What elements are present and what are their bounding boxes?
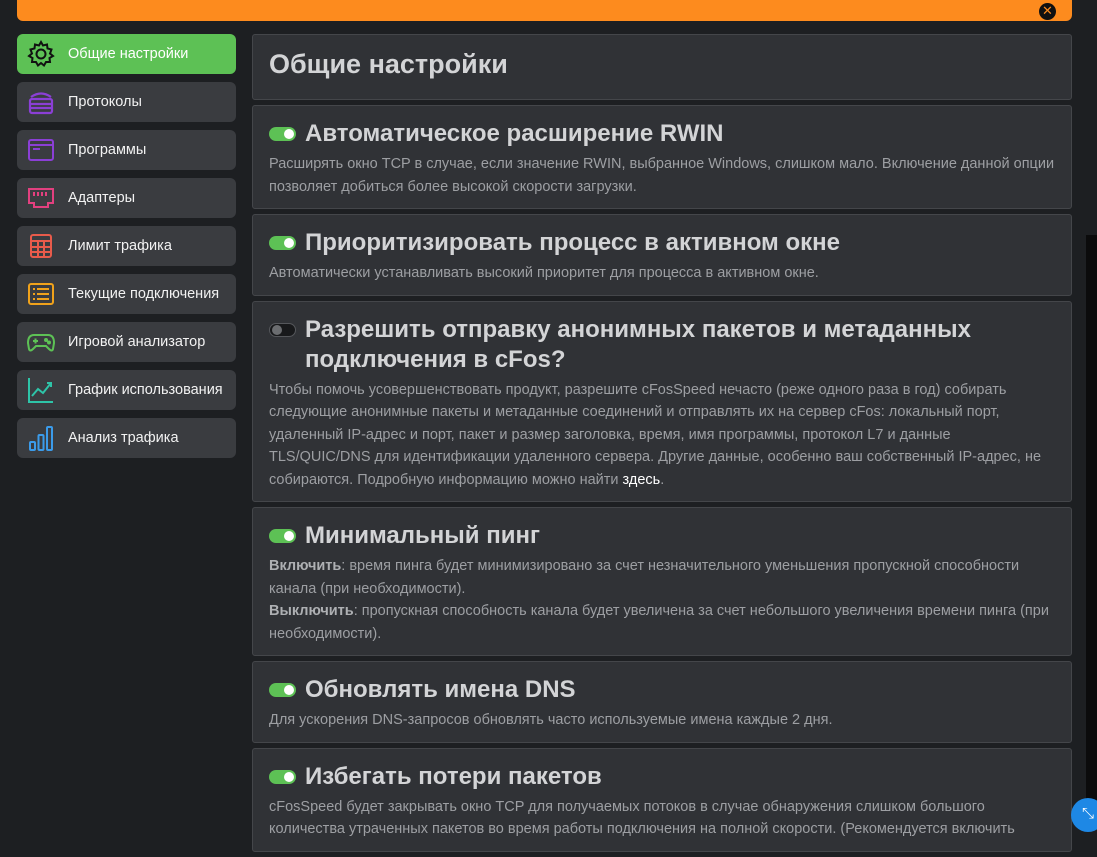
sidebar-item-traffic-limit[interactable]: Лимит трафика <box>17 226 236 266</box>
sidebar-item-general[interactable]: Общие настройки <box>17 34 236 74</box>
setting-anonymous-data: Разрешить отправку анонимных пакетов и м… <box>252 300 1072 502</box>
min-ping-toggle[interactable] <box>269 529 296 543</box>
setting-title: Избегать потери пакетов <box>305 762 602 790</box>
sidebar-item-usage-chart[interactable]: График использования <box>17 370 236 410</box>
setting-description: cFosSpeed будет закрывать окно TCP для п… <box>269 798 1015 838</box>
scrollbar[interactable] <box>1086 235 1097 826</box>
protocols-icon <box>25 86 57 118</box>
setting-description: Чтобы помочь усовершенствовать продукт, … <box>269 379 1055 492</box>
setting-dns: Обновлять имена DNS Для ускорения DNS-за… <box>252 661 1072 743</box>
sidebar-item-programs[interactable]: Программы <box>17 130 236 170</box>
sidebar-item-protocols[interactable]: Протоколы <box>17 82 236 122</box>
line-chart-icon <box>25 374 57 406</box>
sidebar-item-label: Программы <box>68 142 147 158</box>
rwin-toggle[interactable] <box>269 127 296 141</box>
anonymous-data-toggle[interactable] <box>269 322 296 337</box>
sidebar-item-traffic-analysis[interactable]: Анализ трафика <box>17 418 236 458</box>
sidebar-item-label: Анализ трафика <box>68 430 179 446</box>
priority-toggle[interactable] <box>269 236 296 250</box>
on-description: : время пинга будет минимизировано за сч… <box>269 558 1020 597</box>
setting-priority: Приоритизировать процесс в активном окне… <box>252 214 1072 296</box>
ethernet-port-icon <box>25 182 57 214</box>
page-header: Общие настройки <box>252 34 1072 100</box>
dns-toggle[interactable] <box>269 683 296 697</box>
sidebar-item-label: Протоколы <box>68 94 142 110</box>
setting-description: Автоматически устанавливать высокий прио… <box>269 265 819 281</box>
on-label: Включить <box>269 558 342 574</box>
setting-rwin: Автоматическое расширение RWIN Расширять… <box>252 105 1072 209</box>
settings-content: Общие настройки Автоматическое расширени… <box>252 34 1072 857</box>
setting-min-ping: Минимальный пинг Включить: время пинга б… <box>252 507 1072 656</box>
setting-title: Разрешить отправку анонимных пакетов и м… <box>305 315 971 373</box>
sidebar: Общие настройки Протоколы Программы Адап… <box>17 34 236 466</box>
description-end: . <box>660 471 665 488</box>
bar-chart-icon <box>25 422 57 454</box>
calculator-icon <box>25 230 57 262</box>
sidebar-item-game-analyzer[interactable]: Игровой анализатор <box>17 322 236 362</box>
sidebar-item-adapters[interactable]: Адаптеры <box>17 178 236 218</box>
close-icon[interactable]: ✕ <box>1039 3 1056 20</box>
setting-description: Расширять окно TCP в случае, если значен… <box>269 156 1055 195</box>
sidebar-item-label: График использования <box>68 382 223 398</box>
sidebar-item-label: Игровой анализатор <box>68 334 206 350</box>
setting-title: Минимальный пинг <box>305 522 540 549</box>
sidebar-item-label: Общие настройки <box>68 46 189 62</box>
setting-title: Обновлять имена DNS <box>305 676 576 703</box>
sidebar-item-label: Текущие подключения <box>68 286 220 302</box>
expand-icon[interactable]: ⤡ <box>1071 798 1097 832</box>
details-link[interactable]: здесь <box>623 472 661 488</box>
gamepad-icon <box>25 326 57 358</box>
packet-loss-toggle[interactable] <box>269 769 296 784</box>
setting-description: Для ускорения DNS-запросов обновлять час… <box>269 712 833 728</box>
setting-packet-loss: Избегать потери пакетов cFosSpeed будет … <box>252 747 1072 852</box>
page-title: Общие настройки <box>269 49 508 79</box>
window-icon <box>25 134 57 166</box>
notification-bar: ✕ <box>17 0 1072 21</box>
setting-title: Автоматическое расширение RWIN <box>305 120 724 147</box>
off-description: : пропускная способность канала будет ув… <box>269 603 1049 642</box>
list-icon <box>25 278 57 310</box>
setting-title: Приоритизировать процесс в активном окне <box>305 229 840 256</box>
off-label: Выключить <box>269 603 354 619</box>
sidebar-item-connections[interactable]: Текущие подключения <box>17 274 236 314</box>
setting-description: Включить: время пинга будет минимизирова… <box>269 555 1055 645</box>
sidebar-item-label: Адаптеры <box>68 190 136 206</box>
gear-icon <box>25 38 57 70</box>
sidebar-item-label: Лимит трафика <box>68 238 172 254</box>
